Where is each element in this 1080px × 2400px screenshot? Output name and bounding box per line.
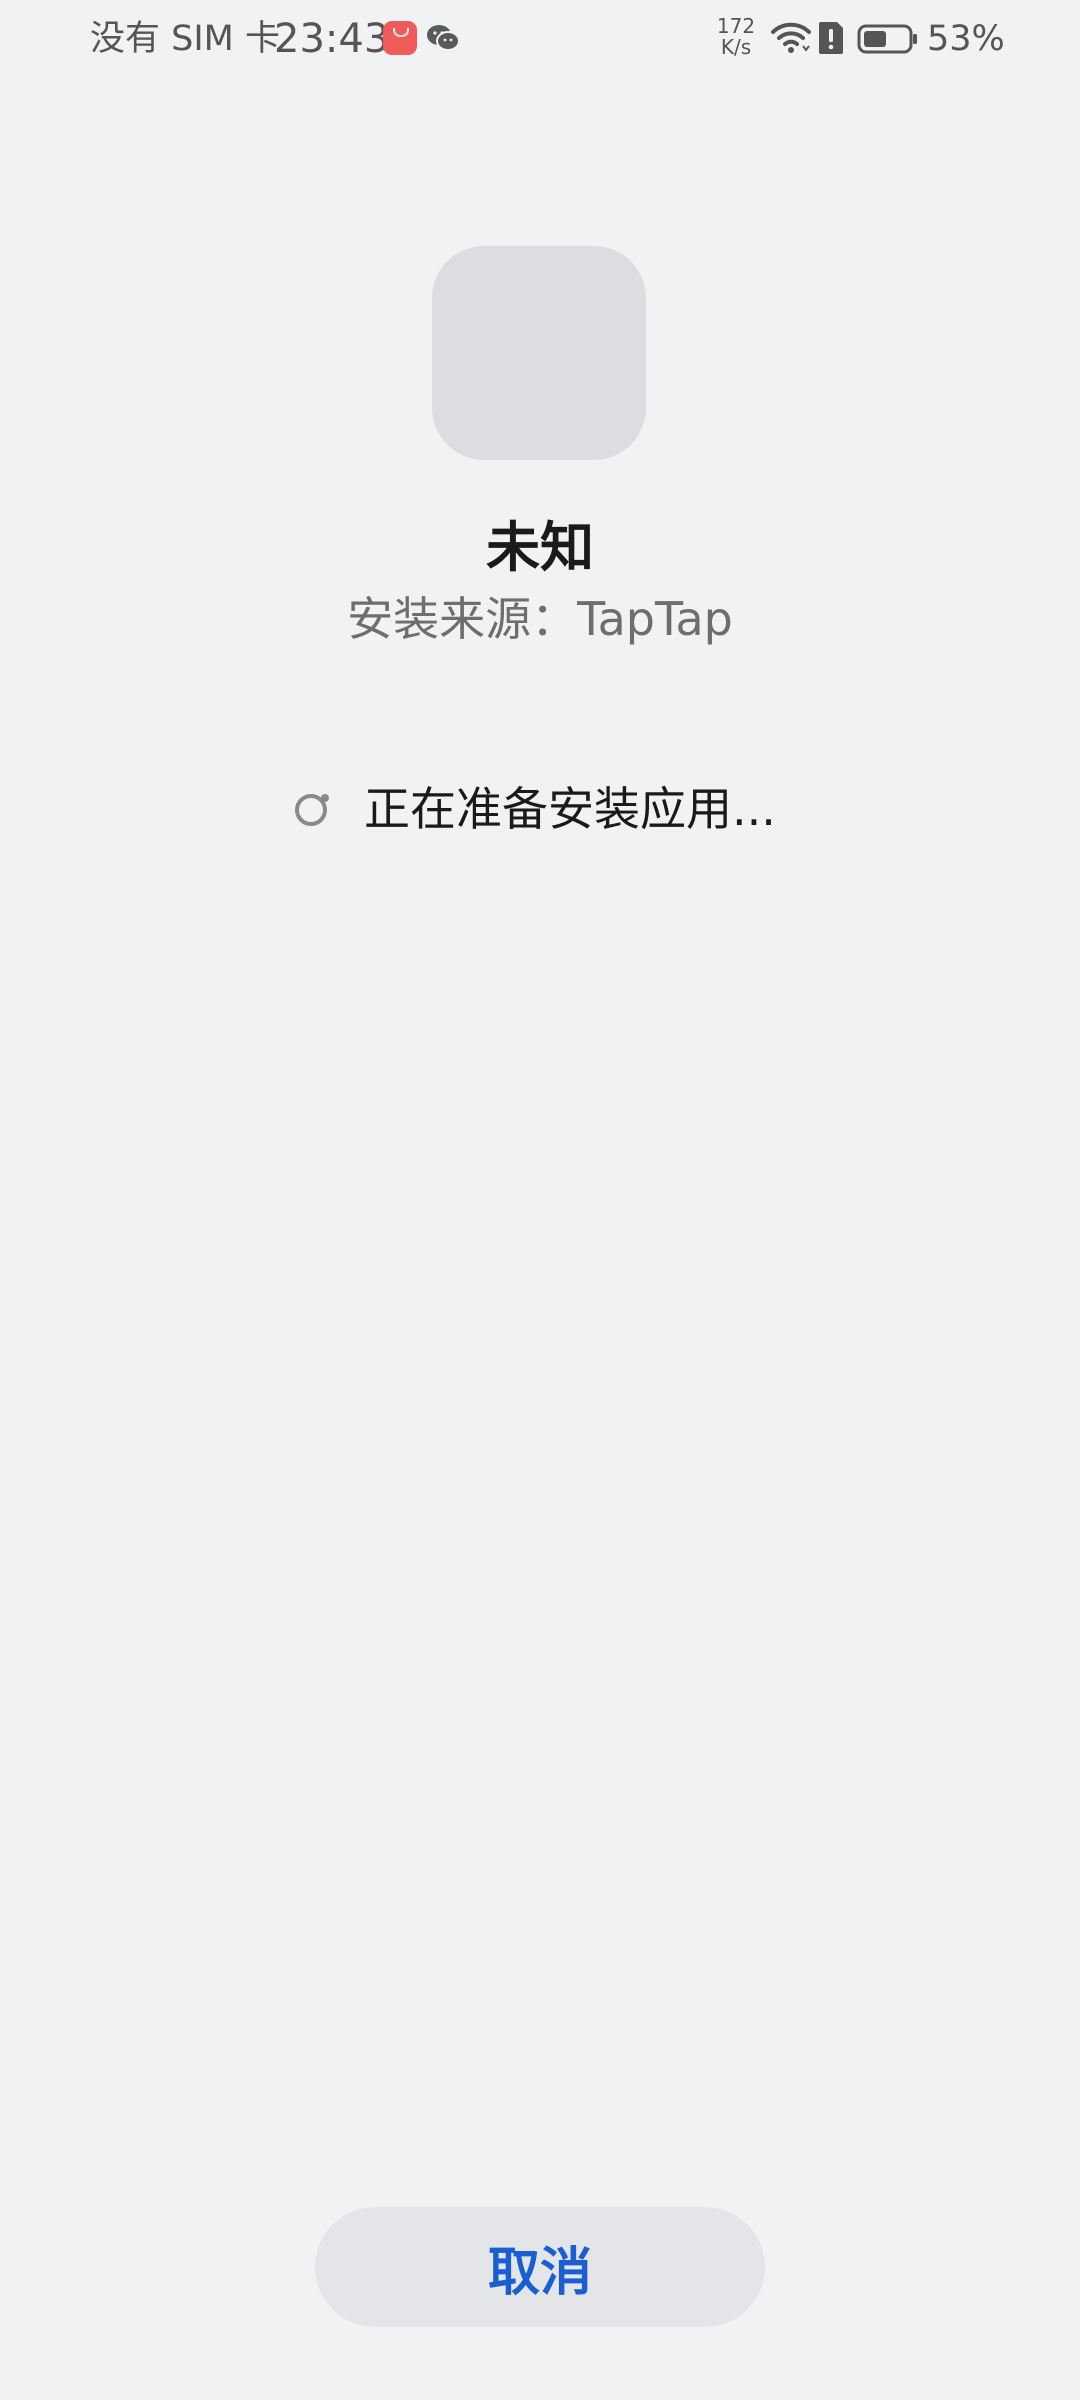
status-clock: 23:43	[274, 16, 390, 62]
wifi-icon	[771, 22, 811, 53]
network-speed: 172 K/s	[714, 16, 758, 58]
carrier-label: 没有 SIM 卡	[90, 19, 280, 59]
battery-percent: 53%	[927, 19, 1005, 59]
app-name: 未知	[486, 516, 594, 579]
battery-icon	[857, 24, 917, 54]
cancel-button[interactable]: 取消	[315, 2207, 765, 2327]
network-speed-value: 172	[716, 14, 756, 38]
status-bar: 没有 SIM 卡 23:43 172 K/s 53%	[0, 0, 1080, 80]
app-icon-placeholder	[432, 246, 646, 460]
install-source: 安装来源：TapTap	[347, 592, 733, 646]
spinner-icon	[295, 794, 329, 826]
progress-text: 正在准备安装应用...	[364, 782, 776, 836]
install-progress: 正在准备安装应用...	[292, 774, 776, 844]
alert-icon	[819, 22, 843, 54]
install-screen: 没有 SIM 卡 23:43 172 K/s 53% 未知 安装来源：TapTa…	[0, 0, 1080, 2400]
wechat-icon	[427, 25, 460, 51]
appgallery-icon	[383, 21, 417, 55]
network-speed-unit: K/s	[720, 35, 752, 59]
